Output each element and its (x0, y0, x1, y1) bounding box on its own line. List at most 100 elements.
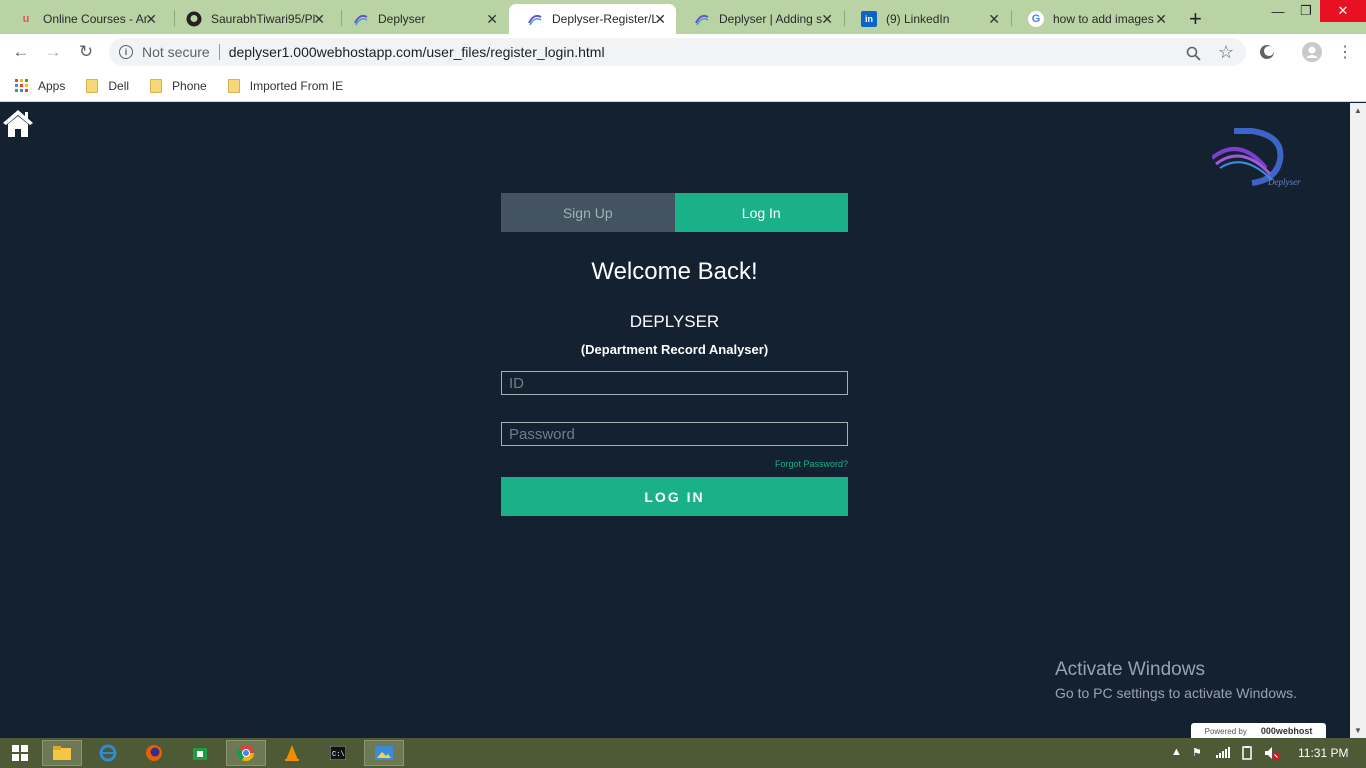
google-icon: G (1028, 11, 1044, 27)
reload-button[interactable]: ↻ (76, 42, 96, 62)
svg-text:C:\: C:\ (332, 751, 345, 759)
battery-icon[interactable] (1240, 746, 1254, 763)
close-icon[interactable]: ✕ (821, 11, 833, 28)
flag-icon[interactable]: ⚑ (1192, 746, 1202, 759)
bookmark-label: Dell (108, 78, 130, 93)
apps-grid-icon (15, 79, 28, 92)
browser-tab[interactable]: Deplyser | Adding s ✕ (676, 4, 843, 34)
login-form: Sign Up Log In Welcome Back! DEPLYSER (D… (501, 193, 848, 516)
browser-tab[interactable]: G how to add images ✕ (1010, 4, 1177, 34)
bookmark-star-icon[interactable]: ☆ (1218, 42, 1234, 63)
network-icon[interactable] (1216, 746, 1230, 761)
folder-icon (150, 78, 163, 93)
svg-text:Deplyser: Deplyser (1267, 177, 1301, 187)
bookmark-apps[interactable]: Apps (15, 79, 65, 93)
udemy-icon: u (22, 13, 30, 25)
scroll-up-icon[interactable]: ▲ (1354, 106, 1362, 115)
menu-icon[interactable]: ⋮ (1335, 42, 1355, 62)
back-button[interactable]: ← (11, 42, 31, 62)
bookmark-folder-imported[interactable]: Imported From IE (227, 78, 344, 93)
bookmark-label: Apps (38, 78, 66, 93)
new-tab-button[interactable]: + (1189, 6, 1202, 32)
vlc-icon[interactable] (272, 740, 312, 766)
folder-icon (227, 78, 240, 93)
watermark-subtitle: Go to PC settings to activate Windows. (1055, 685, 1297, 701)
browser-tab[interactable]: SaurabhTiwari95/Pl ✕ (168, 4, 335, 34)
minimize-button[interactable]: — (1264, 0, 1292, 22)
log-in-button[interactable]: LOG IN (501, 477, 848, 516)
page-content: Deplyser Sign Up Log In Welcome Back! DE… (0, 103, 1350, 739)
url-text[interactable]: deplyser1.000webhostapp.com/user_files/r… (229, 44, 605, 60)
firefox-icon[interactable] (134, 740, 174, 766)
chrome-icon[interactable] (226, 740, 266, 766)
restore-button[interactable]: ❐ (1292, 0, 1320, 22)
id-input[interactable] (501, 371, 848, 395)
tab-title: how to add images (1053, 12, 1154, 26)
browser-toolbar: ← → ↻ i Not secure deplyser1.000webhosta… (0, 34, 1366, 70)
tab-title: Deplyser (378, 12, 426, 26)
deplyser-logo: Deplyser (1210, 128, 1310, 188)
show-hidden-icons-icon[interactable]: ▲ (1171, 746, 1182, 758)
taskbar-clock[interactable]: 11:31 PM (1298, 746, 1348, 760)
bookmark-folder-phone[interactable]: Phone (150, 78, 207, 93)
bookmark-folder-dell[interactable]: Dell (86, 78, 130, 93)
tab-title: Deplyser-Register/L (552, 12, 656, 26)
security-label: Not secure (142, 44, 210, 60)
tab-sign-up[interactable]: Sign Up (501, 193, 675, 232)
forward-button[interactable]: → (43, 42, 63, 62)
password-input[interactable] (501, 422, 848, 446)
bookmark-label: Imported From IE (249, 78, 344, 93)
deplyser-icon (694, 11, 710, 27)
home-icon[interactable] (1, 107, 35, 139)
powered-by-badge[interactable]: Powered by 000webhost (1191, 723, 1326, 739)
windows-taskbar: C:\ ▲ ⚑ 11:31 PM (0, 738, 1366, 768)
photos-icon[interactable] (364, 740, 404, 766)
browser-tab-active[interactable]: Deplyser-Register/L ✕ (509, 4, 676, 34)
forgot-password-link[interactable]: Forgot Password? (501, 459, 848, 469)
close-icon[interactable]: ✕ (486, 11, 498, 28)
browser-tab[interactable]: Deplyser ✕ (335, 4, 508, 34)
linkedin-icon: in (861, 11, 877, 27)
close-icon[interactable]: ✕ (988, 11, 1000, 28)
app-name: DEPLYSER (629, 312, 720, 331)
address-bar[interactable]: i Not secure deplyser1.000webhostapp.com… (109, 38, 1246, 66)
browser-tab[interactable]: u Online Courses - Ar ✕ (0, 4, 167, 34)
store-icon[interactable] (180, 740, 220, 766)
app-subtitle: (Department Record Analyser) (580, 342, 769, 357)
browser-tab-strip: u Online Courses - Ar ✕ SaurabhTiwari95/… (0, 0, 1366, 34)
page-title: Welcome Back! (591, 258, 758, 285)
watermark-title: Activate Windows (1055, 659, 1205, 680)
command-prompt-icon[interactable]: C:\ (318, 740, 358, 766)
tab-title: Deplyser | Adding s (719, 12, 823, 26)
bookmark-label: Phone (172, 78, 207, 93)
deplyser-icon (353, 11, 369, 27)
profile-avatar[interactable] (1302, 42, 1322, 62)
close-icon[interactable]: ✕ (1155, 11, 1167, 28)
zoom-icon[interactable] (1186, 46, 1201, 65)
close-icon[interactable]: ✕ (654, 11, 666, 28)
extension-icon[interactable] (1257, 42, 1277, 62)
powered-label: Powered by (1204, 726, 1247, 736)
internet-explorer-icon[interactable] (88, 740, 128, 766)
close-icon[interactable]: ✕ (145, 11, 157, 28)
scroll-down-icon[interactable]: ▼ (1354, 726, 1362, 735)
windows-start-icon[interactable] (0, 740, 40, 766)
powered-brand: 000webhost (1260, 726, 1313, 736)
tab-title: Online Courses - Ar (43, 12, 147, 26)
deplyser-icon (527, 11, 543, 27)
scrollbar[interactable]: ▲ ▼ (1350, 103, 1366, 738)
info-icon[interactable]: i (119, 45, 133, 59)
browser-tab[interactable]: in (9) LinkedIn ✕ (843, 4, 1010, 34)
tab-title: SaurabhTiwari95/Pl (211, 12, 315, 26)
folder-icon (86, 78, 99, 93)
file-explorer-icon[interactable] (42, 740, 82, 766)
window-close-button[interactable]: ✕ (1320, 0, 1366, 22)
tab-log-in[interactable]: Log In (674, 193, 848, 232)
form-tabs: Sign Up Log In (501, 193, 848, 232)
github-icon (186, 11, 202, 27)
close-icon[interactable]: ✕ (313, 11, 325, 28)
tab-title: (9) LinkedIn (886, 12, 950, 26)
activate-windows-watermark: Activate Windows Go to PC settings to ac… (1055, 659, 1297, 701)
bookmarks-bar: Apps Dell Phone Imported From IE (0, 70, 1366, 102)
volume-muted-icon[interactable] (1264, 746, 1280, 763)
